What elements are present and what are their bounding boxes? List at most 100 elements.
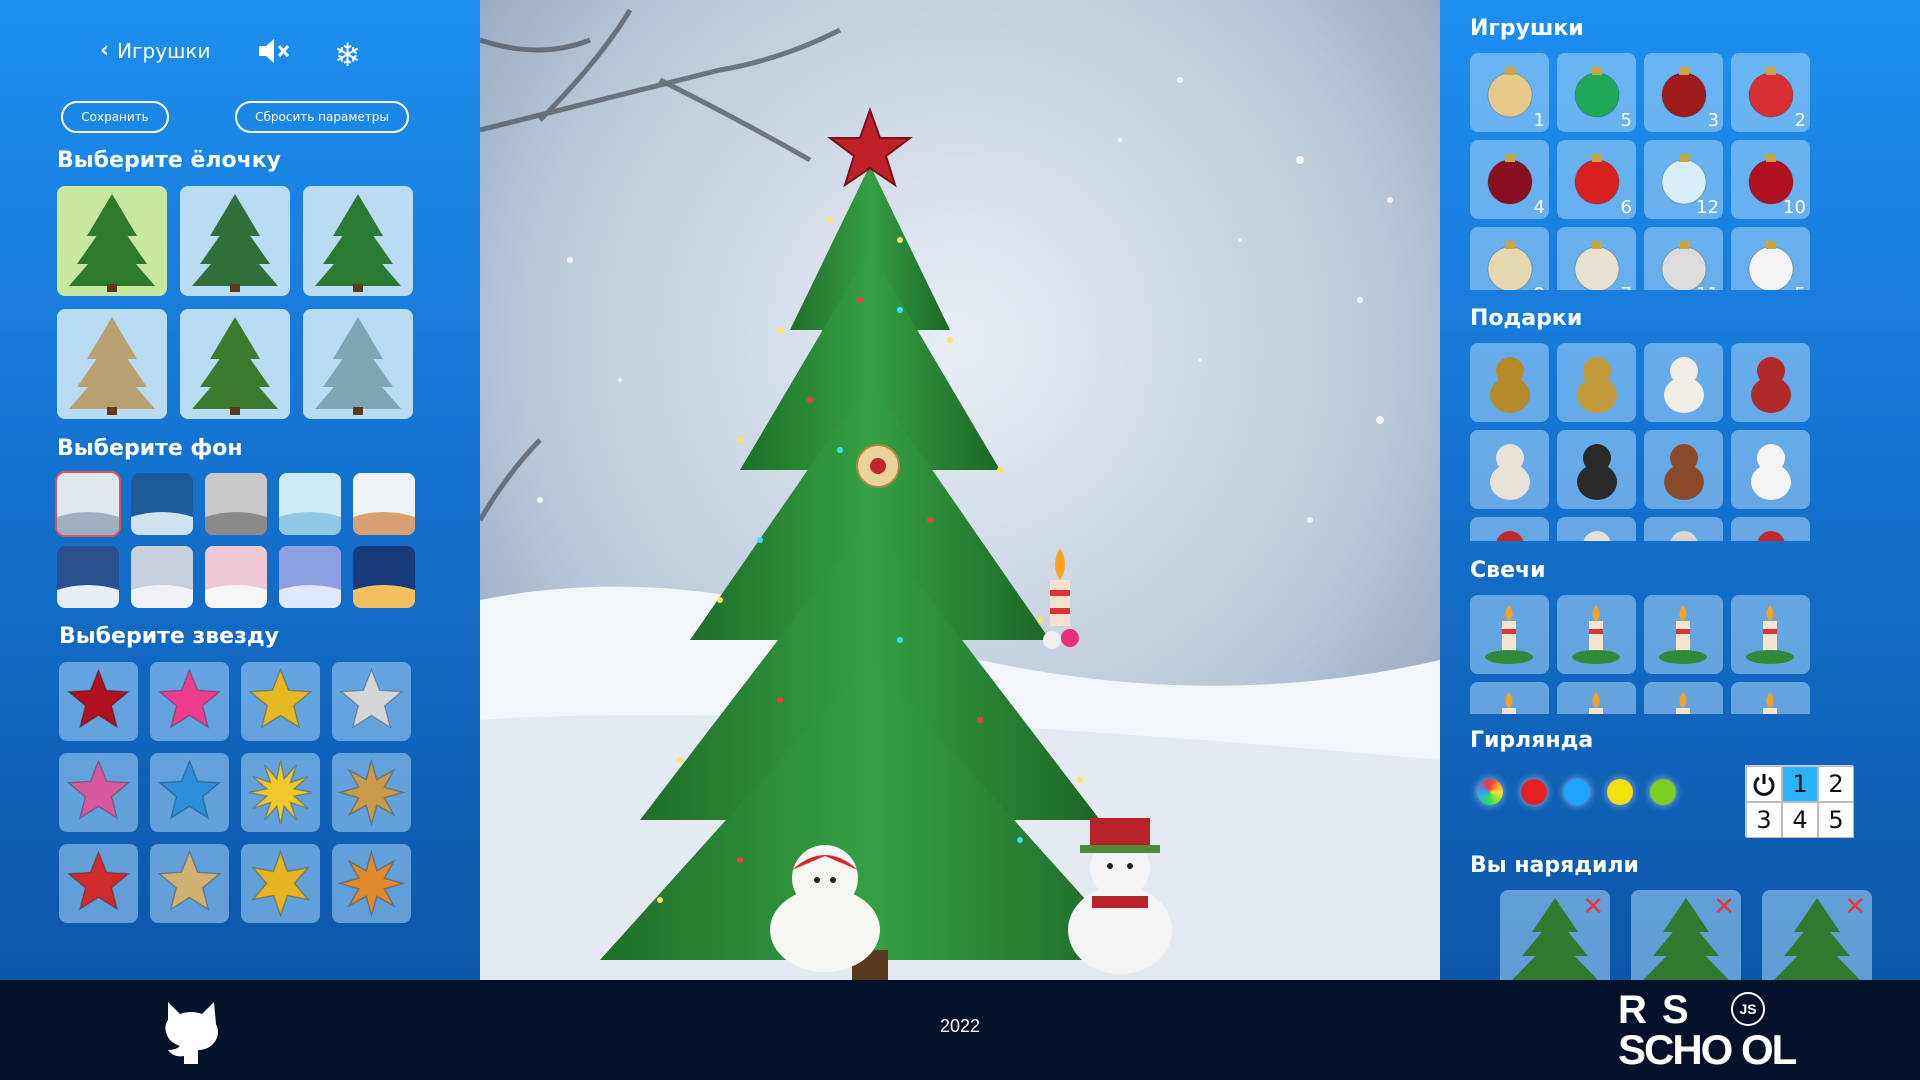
toy-count: 5 [1795, 284, 1806, 290]
toy-item-12[interactable]: 5 [1731, 227, 1810, 290]
toy-count: 1 [1533, 110, 1545, 131]
background-option-9[interactable] [279, 546, 341, 608]
garland-color-green[interactable] [1650, 779, 1676, 805]
background-option-7[interactable] [131, 546, 193, 608]
dressed-tree-2[interactable]: ✕ [1631, 890, 1741, 980]
tree-option-5[interactable] [180, 309, 290, 419]
gift-item-7[interactable] [1644, 430, 1723, 509]
garland-mode-3[interactable]: 3 [1746, 802, 1782, 838]
snowflake-icon[interactable]: ❄ [334, 36, 361, 74]
gift-item-9[interactable] [1470, 517, 1549, 541]
toy-item-1[interactable]: 1 [1470, 53, 1549, 132]
star-option-3[interactable] [241, 662, 320, 741]
save-button[interactable]: Сохранить [61, 101, 169, 133]
toy-count: 3 [1707, 110, 1719, 131]
toy-count: 11 [1696, 284, 1719, 290]
garland-color-multicolor[interactable] [1477, 779, 1503, 805]
garland-color-yellow[interactable] [1607, 779, 1633, 805]
gift-item-10[interactable] [1557, 517, 1636, 541]
star-option-11[interactable] [241, 844, 320, 923]
garland-color-red[interactable] [1521, 779, 1547, 805]
candles-list[interactable] [1440, 595, 1920, 714]
garland-mode-4[interactable]: 4 [1782, 802, 1818, 838]
rs-logo-line2: SCHO OL [1618, 1026, 1797, 1073]
tree-scene[interactable] [480, 0, 1440, 980]
gift-item-6[interactable] [1557, 430, 1636, 509]
github-octocat-icon[interactable] [160, 998, 222, 1066]
background-option-5[interactable] [353, 473, 415, 535]
toy-item-8[interactable]: 10 [1731, 140, 1810, 219]
toy-item-9[interactable]: 9 [1470, 227, 1549, 290]
gifts-list[interactable] [1440, 343, 1920, 541]
background-option-2[interactable] [131, 473, 193, 535]
tree-option-2[interactable] [180, 186, 290, 296]
close-icon[interactable]: ✕ [1844, 894, 1866, 920]
star-option-7[interactable] [241, 753, 320, 832]
toy-item-6[interactable]: 6 [1557, 140, 1636, 219]
gift-item-4[interactable] [1731, 343, 1810, 422]
star-option-10[interactable] [150, 844, 229, 923]
gift-item-8[interactable] [1731, 430, 1810, 509]
toy-item-2[interactable]: 5 [1557, 53, 1636, 132]
dressed-tree-3[interactable]: ✕ [1762, 890, 1872, 980]
star-option-9[interactable] [59, 844, 138, 923]
gift-item-5[interactable] [1470, 430, 1549, 509]
star-option-2[interactable] [150, 662, 229, 741]
toy-count: 4 [1533, 197, 1545, 218]
tree-option-6[interactable] [303, 309, 413, 419]
garland-mode-2[interactable]: 2 [1818, 766, 1854, 802]
background-option-6[interactable] [57, 546, 119, 608]
candle-item-7[interactable] [1644, 682, 1723, 714]
toy-item-5[interactable]: 4 [1470, 140, 1549, 219]
star-option-5[interactable] [59, 753, 138, 832]
back-to-toys-link[interactable]: ‹ Игрушки [100, 38, 210, 63]
tree-section-title: Выберите ёлочку [57, 148, 281, 173]
toy-item-7[interactable]: 12 [1644, 140, 1723, 219]
candle-item-1[interactable] [1470, 595, 1549, 674]
background-option-4[interactable] [279, 473, 341, 535]
speaker-muted-icon[interactable] [257, 36, 291, 74]
background-option-1[interactable] [57, 473, 119, 535]
gift-item-1[interactable] [1470, 343, 1549, 422]
star-option-12[interactable] [332, 844, 411, 923]
star-option-4[interactable] [332, 662, 411, 741]
toy-item-11[interactable]: 11 [1644, 227, 1723, 290]
candle-item-3[interactable] [1644, 595, 1723, 674]
toy-item-4[interactable]: 2 [1731, 53, 1810, 132]
reset-button[interactable]: Сбросить параметры [235, 101, 409, 133]
garland-mode-1[interactable]: 1 [1782, 766, 1818, 802]
candle-item-8[interactable] [1731, 682, 1810, 714]
ornament-on-tree [856, 444, 900, 488]
garland-mode-5[interactable]: 5 [1818, 802, 1854, 838]
garland-section-title: Гирлянда [1470, 728, 1594, 753]
candle-item-4[interactable] [1731, 595, 1810, 674]
candle-item-6[interactable] [1557, 682, 1636, 714]
background-option-3[interactable] [205, 473, 267, 535]
star-option-6[interactable] [150, 753, 229, 832]
gift-item-11[interactable] [1644, 517, 1723, 541]
gift-item-2[interactable] [1557, 343, 1636, 422]
star-option-1[interactable] [59, 662, 138, 741]
rs-school-logo[interactable]: R S JS SCHO OL [1618, 988, 1838, 1073]
toy-item-10[interactable]: 7 [1557, 227, 1636, 290]
background-option-8[interactable] [205, 546, 267, 608]
candle-item-5[interactable] [1470, 682, 1549, 714]
toys-list[interactable]: 1 5 3 2 4 6 12 10 9 7 11 5 [1440, 53, 1920, 290]
background-option-10[interactable] [353, 546, 415, 608]
close-icon[interactable]: ✕ [1713, 894, 1735, 920]
tree-option-3[interactable] [303, 186, 413, 296]
tree-option-4[interactable] [57, 309, 167, 419]
settings-panel: ‹ Игрушки ❄ Сохранить Сбросить параметры… [0, 0, 480, 980]
power-icon[interactable] [1746, 766, 1782, 802]
gift-item-3[interactable] [1644, 343, 1723, 422]
candle-item-2[interactable] [1557, 595, 1636, 674]
tree-option-1[interactable] [57, 186, 167, 296]
garland-color-blue[interactable] [1564, 779, 1590, 805]
background-section-title: Выберите фон [57, 436, 243, 461]
dressed-tree-1[interactable]: ✕ [1500, 890, 1610, 980]
gift-item-12[interactable] [1731, 517, 1810, 541]
star-option-8[interactable] [332, 753, 411, 832]
close-icon[interactable]: ✕ [1582, 894, 1604, 920]
toy-item-3[interactable]: 3 [1644, 53, 1723, 132]
garland-mode-selector: 1 2 3 4 5 [1745, 765, 1854, 838]
